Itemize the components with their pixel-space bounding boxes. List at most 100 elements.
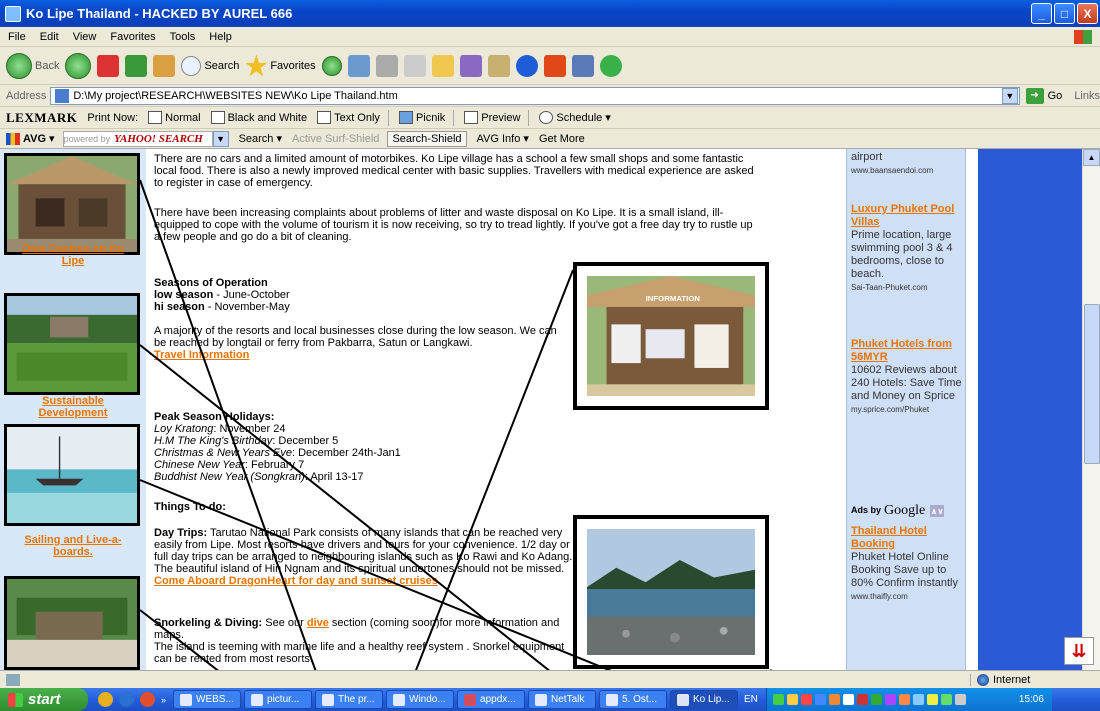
get-more-button[interactable]: Get More: [539, 133, 585, 145]
yahoo-search-input[interactable]: powered by YAHOO! SEARCH: [62, 130, 213, 147]
edit-button[interactable]: [403, 54, 426, 77]
ad-nav-icon[interactable]: ∧∨: [930, 504, 945, 517]
bluetooth-button[interactable]: [515, 54, 538, 77]
scroll-thumb[interactable]: [1084, 304, 1100, 464]
sustainable-development-link[interactable]: Sustainable Development: [0, 395, 146, 419]
text-only-button[interactable]: Text Only: [317, 111, 380, 124]
back-button[interactable]: Back: [6, 52, 59, 79]
avg-info-button[interactable]: AVG Info ▾: [477, 132, 529, 145]
ad-thailand-hotel[interactable]: Thailand Hotel Booking Phuket Hotel Onli…: [851, 525, 963, 603]
task-ost[interactable]: 5. Ost...: [599, 690, 668, 709]
preview-button[interactable]: Preview: [464, 111, 520, 124]
travel-information-link[interactable]: Travel Information: [154, 349, 249, 361]
status-bar: Internet: [0, 670, 1100, 688]
more-quick-launch-icon[interactable]: »: [161, 695, 166, 705]
start-button[interactable]: start: [0, 688, 88, 711]
search-button[interactable]: Search: [181, 55, 239, 76]
menu-file[interactable]: File: [8, 31, 26, 43]
history-button[interactable]: [321, 55, 342, 76]
tray-icon[interactable]: [786, 694, 798, 705]
tray-icon[interactable]: [772, 694, 784, 705]
schedule-button[interactable]: Schedule ▾: [539, 111, 611, 124]
chevron-down-icon[interactable]: ▼: [1001, 87, 1018, 104]
task-nettalk[interactable]: NetTalk: [528, 690, 597, 709]
messenger-button[interactable]: [487, 54, 510, 77]
sailing-liveaboards-link[interactable]: Sailing and Live-a- boards.: [0, 534, 146, 558]
address-input[interactable]: D:\My project\RESEARCH\WEBSITES NEW\Ko L…: [50, 86, 1020, 105]
avg-search-button[interactable]: Search ▾: [239, 132, 282, 145]
menu-edit[interactable]: Edit: [40, 31, 59, 43]
right-ad-column: airport www.baansaendoi.com Luxury Phuke…: [846, 149, 966, 670]
dive-centre-thumbnail[interactable]: [4, 153, 140, 255]
menu-tools[interactable]: Tools: [170, 31, 196, 43]
task-the-pr[interactable]: The pr...: [315, 690, 384, 709]
normal-button[interactable]: Normal: [148, 111, 201, 124]
scroll-down-arrows-icon[interactable]: ⇊: [1064, 637, 1094, 665]
lexmark-logo: LEXMARK: [6, 109, 78, 125]
ads-by-google[interactable]: Ads by Google ∧∨: [851, 504, 945, 518]
print-button[interactable]: [375, 54, 398, 77]
menu-view[interactable]: View: [73, 31, 97, 43]
ad-airport[interactable]: airport www.baansaendoi.com: [851, 151, 963, 177]
dive-centres-link[interactable]: Dive Centres on Ko Lipe: [0, 243, 146, 267]
beach-bar-thumbnail[interactable]: [4, 576, 140, 670]
home-button[interactable]: [153, 54, 176, 77]
go-button[interactable]: ➜ Go: [1025, 87, 1062, 104]
favorites-button[interactable]: Favorites: [245, 54, 316, 77]
menu-help[interactable]: Help: [209, 31, 232, 43]
tray-icon[interactable]: [814, 694, 826, 705]
ad-luxury-villas[interactable]: Luxury Phuket Pool Villas Prime location…: [851, 203, 963, 294]
tray-icon[interactable]: [800, 694, 812, 705]
close-button[interactable]: X: [1077, 3, 1098, 24]
active-surf-shield[interactable]: Active Surf-Shield: [292, 133, 379, 145]
mail-button[interactable]: [347, 54, 370, 77]
ie-quick-icon[interactable]: [119, 692, 134, 707]
task-ko-lipe[interactable]: Ko Lip...: [670, 690, 739, 709]
task-webs[interactable]: WEBS...: [173, 690, 242, 709]
sustainable-thumbnail[interactable]: [4, 293, 140, 395]
quick-launch-icon[interactable]: [98, 692, 113, 707]
tray-icon[interactable]: [912, 694, 924, 705]
schedule-icon: [539, 111, 554, 124]
ad-phuket-hotels[interactable]: Phuket Hotels from 56MYR 10602 Reviews a…: [851, 338, 963, 416]
forward-button[interactable]: [65, 52, 92, 79]
tray-icon[interactable]: [870, 694, 882, 705]
msn-button[interactable]: [599, 54, 622, 77]
dive-link[interactable]: dive: [307, 617, 329, 629]
search-shield-button[interactable]: Search-Shield: [387, 130, 467, 147]
task-windows[interactable]: Windo...: [386, 690, 455, 709]
black-white-button[interactable]: Black and White: [210, 111, 307, 124]
tray-icon[interactable]: [926, 694, 938, 705]
chevron-down-icon[interactable]: ▼: [212, 130, 229, 147]
avg-menu[interactable]: AVG ▾: [6, 132, 55, 145]
menu-favorites[interactable]: Favorites: [110, 31, 155, 43]
addon-icon: [543, 54, 566, 77]
task-pictures[interactable]: pictur...: [244, 690, 313, 709]
picnik-button[interactable]: Picnik: [398, 111, 445, 124]
garden-photo: [7, 296, 137, 392]
tray-icon[interactable]: [898, 694, 910, 705]
seaside-image: [587, 529, 755, 655]
opera-icon[interactable]: [140, 692, 155, 707]
tray-icon[interactable]: [884, 694, 896, 705]
stop-button[interactable]: [97, 54, 120, 77]
volume-icon[interactable]: [954, 694, 966, 705]
sailing-thumbnail[interactable]: [4, 424, 140, 526]
tray-icon[interactable]: [842, 694, 854, 705]
maximize-button[interactable]: □: [1054, 3, 1075, 24]
refresh-button[interactable]: [125, 54, 148, 77]
tray-icon[interactable]: [856, 694, 868, 705]
vertical-scrollbar[interactable]: ▲: [1082, 149, 1100, 670]
language-indicator[interactable]: EN: [744, 694, 758, 705]
research-button[interactable]: [459, 54, 482, 77]
tray-icon[interactable]: [828, 694, 840, 705]
scroll-up-icon[interactable]: ▲: [1083, 149, 1100, 166]
tray-icon[interactable]: [940, 694, 952, 705]
calendar-button[interactable]: [571, 54, 594, 77]
folder-button[interactable]: [431, 54, 454, 77]
minimize-button[interactable]: _: [1031, 3, 1052, 24]
dragonheart-cruises-link[interactable]: Come Aboard DragonHeart for day and suns…: [154, 575, 438, 587]
addon-button[interactable]: [543, 54, 566, 77]
links-button[interactable]: Links: [1074, 90, 1100, 102]
task-appdx[interactable]: appdx...: [457, 690, 526, 709]
